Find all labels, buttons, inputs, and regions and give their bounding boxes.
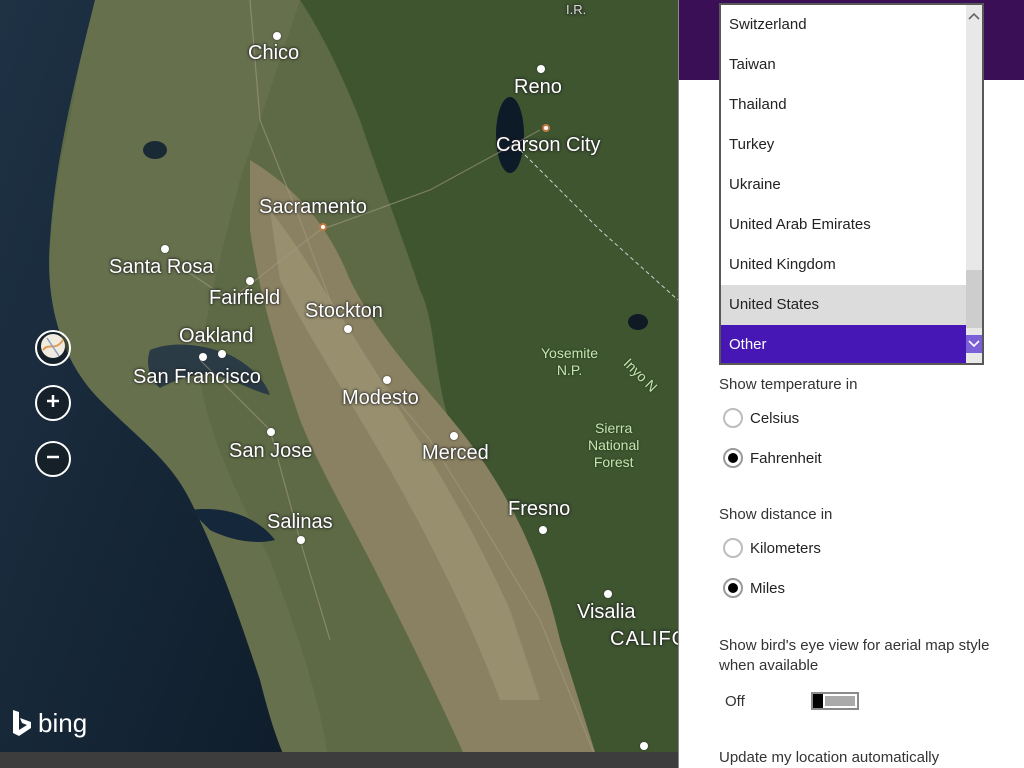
city-dot — [273, 32, 281, 40]
radio-fahrenheit[interactable]: Fahrenheit — [723, 448, 822, 468]
city-label-chico: Chico — [248, 42, 300, 64]
city-dot — [383, 376, 391, 384]
radio-label: Miles — [750, 579, 786, 597]
dropdown-item[interactable]: United Arab Emirates — [721, 205, 966, 245]
city-label-sacramento: Sacramento — [259, 196, 367, 218]
distance-label: Show distance in — [719, 506, 833, 523]
state-label-california: CALIFO — [610, 628, 678, 650]
country-dropdown-list[interactable]: Switzerland Taiwan Thailand Turkey Ukrai… — [719, 3, 984, 365]
bing-logo: bing — [10, 708, 87, 739]
radio-label: Celsius — [750, 409, 800, 427]
city-dot — [537, 65, 545, 73]
temperature-label: Show temperature in — [719, 376, 858, 393]
dropdown-scrollbar[interactable] — [966, 5, 982, 363]
city-label-visalia: Visalia — [577, 601, 636, 623]
park-label-sierra: Sierra National Forest — [588, 420, 640, 470]
scroll-down-button[interactable] — [966, 335, 982, 353]
city-label-reno: Reno — [514, 76, 562, 98]
city-dot — [344, 325, 352, 333]
city-label-oakland: Oakland — [179, 325, 254, 347]
city-label-san-jose: San Jose — [229, 440, 313, 462]
dropdown-item[interactable]: United Kingdom — [721, 245, 966, 285]
city-label-modesto: Modesto — [342, 387, 419, 409]
chevron-down-icon — [968, 340, 980, 348]
radio-label: Fahrenheit — [750, 449, 822, 467]
radio-button-checked[interactable] — [723, 578, 743, 598]
map-bottom-bar — [0, 752, 678, 768]
dropdown-item[interactable]: Switzerland — [721, 5, 966, 45]
toggle-track — [825, 696, 855, 706]
scroll-thumb[interactable] — [966, 270, 982, 328]
city-dot — [267, 428, 275, 436]
city-label-fresno: Fresno — [508, 498, 571, 520]
birds-eye-toggle-state: Off — [725, 693, 745, 710]
dropdown-item[interactable]: Thailand — [721, 85, 966, 125]
radio-button[interactable] — [723, 408, 743, 428]
map-label-ir: I.R. — [566, 2, 587, 17]
city-label-san-francisco: San Francisco — [133, 366, 261, 388]
city-label-merced: Merced — [422, 442, 489, 464]
city-dot — [161, 245, 169, 253]
zoom-out-button[interactable] — [35, 441, 71, 477]
map-terrain — [0, 0, 678, 768]
map-style-button[interactable] — [35, 330, 71, 366]
zoom-in-button[interactable] — [35, 385, 71, 421]
radio-label: Kilometers — [750, 539, 821, 557]
dropdown-item[interactable]: Turkey — [721, 125, 966, 165]
city-dot — [604, 590, 612, 598]
radio-kilometers[interactable]: Kilometers — [723, 538, 821, 558]
toggle-thumb[interactable] — [813, 694, 823, 708]
bing-wordmark: bing — [38, 708, 88, 738]
minus-icon — [45, 449, 61, 469]
scroll-up-button[interactable] — [966, 7, 982, 25]
birds-eye-toggle[interactable] — [811, 692, 859, 710]
radio-miles[interactable]: Miles — [723, 578, 785, 598]
city-dot — [450, 432, 458, 440]
map-style-icon — [39, 332, 67, 364]
city-dot — [640, 742, 648, 750]
dropdown-item[interactable]: Ukraine — [721, 165, 966, 205]
dropdown-item-hovered[interactable]: United States — [721, 285, 966, 325]
city-label-stockton: Stockton — [305, 300, 383, 322]
radio-button-checked[interactable] — [723, 448, 743, 468]
update-location-label: Update my location automatically — [719, 749, 940, 766]
city-dot — [199, 353, 207, 361]
plus-icon — [45, 393, 61, 413]
dropdown-item-selected[interactable]: Other — [721, 325, 982, 363]
capital-dot — [319, 223, 327, 231]
birds-eye-label: Show bird's eye view for aerial map styl… — [719, 637, 990, 674]
city-label-santa-rosa: Santa Rosa — [109, 256, 214, 278]
city-dot — [218, 350, 226, 358]
radio-celsius[interactable]: Celsius — [723, 408, 799, 428]
city-dot — [297, 536, 305, 544]
map-view[interactable]: Chico Reno Carson City Sacramento Santa … — [0, 0, 678, 768]
city-label-salinas: Salinas — [267, 511, 333, 533]
dropdown-item[interactable]: Taiwan — [721, 45, 966, 85]
park-label-yosemite: Yosemite N.P. — [541, 345, 599, 378]
city-dot — [246, 277, 254, 285]
radio-button[interactable] — [723, 538, 743, 558]
bing-icon — [13, 709, 31, 736]
city-dot — [539, 526, 547, 534]
city-label-fairfield: Fairfield — [209, 287, 281, 309]
chevron-up-icon — [968, 12, 980, 20]
city-label-carson-city: Carson City — [496, 134, 601, 156]
capital-dot — [542, 124, 550, 132]
